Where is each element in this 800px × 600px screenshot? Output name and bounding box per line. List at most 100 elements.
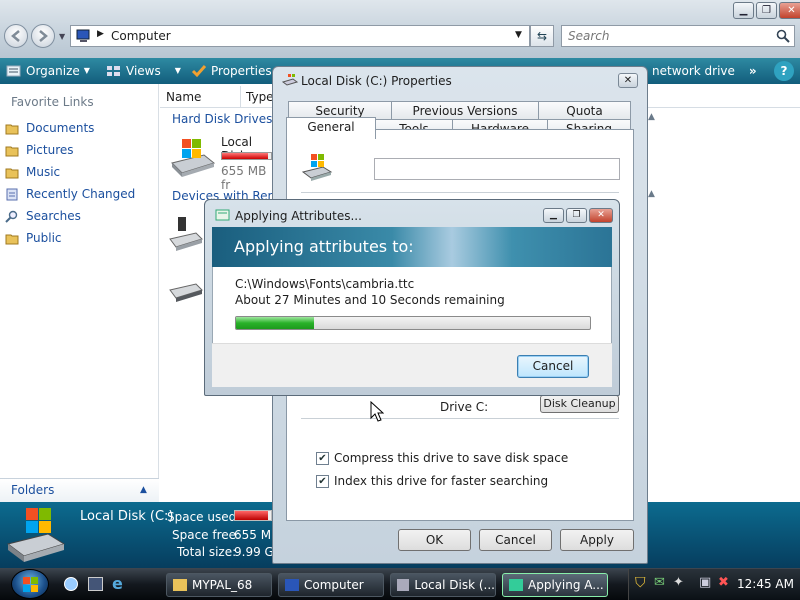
security-shield-icon[interactable]: ⛉ <box>635 575 646 591</box>
applying-attributes-dialog: Applying Attributes... ▁ ❐ ✕ Applying at… <box>204 199 620 396</box>
floppy-drive-icon[interactable] <box>168 215 204 255</box>
drive-icon <box>282 74 298 86</box>
group-collapse-icon[interactable]: ▲ <box>648 189 655 199</box>
more-commands-button[interactable]: » <box>749 62 757 80</box>
address-text: Computer <box>111 29 171 43</box>
minimize-button[interactable]: ▁ <box>733 2 754 19</box>
properties-button[interactable]: Properties <box>191 62 272 80</box>
folder-icon <box>5 231 19 245</box>
checkmark-icon <box>191 65 207 78</box>
explorer-title-bar: ▁ ❐ ✕ ▼ ▶ Computer ▼ ⇆ Search <box>0 0 800 58</box>
show-desktop-icon[interactable] <box>88 577 103 591</box>
quicklaunch-icon[interactable] <box>64 577 78 591</box>
sidebar-item-label: Pictures <box>26 143 74 157</box>
start-button[interactable] <box>11 569 49 599</box>
map-network-drive-button[interactable]: network drive » <box>652 62 757 80</box>
dialog-icon <box>509 579 523 591</box>
close-button[interactable]: ✕ <box>618 73 638 88</box>
index-label: Index this drive for faster searching <box>334 474 549 488</box>
divider <box>301 192 619 193</box>
disk-cleanup-button[interactable]: Disk Cleanup <box>540 395 619 413</box>
network-drive-label: network drive <box>652 64 735 78</box>
maximize-button[interactable]: ❐ <box>756 2 777 19</box>
folder-icon <box>173 579 187 591</box>
column-type[interactable]: Type <box>246 90 274 104</box>
current-file-path: C:\Windows\Fonts\cambria.ttc <box>235 277 415 291</box>
recent-icon <box>5 187 19 201</box>
navigation-pane: Favorite Links Documents Pictures Music … <box>0 84 159 502</box>
tab-general[interactable]: General <box>286 117 376 139</box>
column-divider[interactable] <box>240 86 241 108</box>
search-input[interactable]: Search <box>561 25 795 47</box>
sidebar-item-label: Recently Changed <box>26 187 136 201</box>
tab-quota[interactable]: Quota <box>538 101 631 120</box>
sidebar-item-public[interactable]: Public <box>5 227 62 249</box>
ok-button[interactable]: OK <box>398 529 471 551</box>
sidebar-item-documents[interactable]: Documents <box>5 117 94 139</box>
volume-muted-icon[interactable]: ✖ <box>718 575 729 590</box>
refresh-button[interactable]: ⇆ <box>530 25 554 47</box>
space-used-label: Space used: <box>167 510 241 524</box>
chevron-up-icon: ▲ <box>140 485 147 495</box>
help-icon[interactable]: ? <box>774 61 794 81</box>
search-icon <box>5 209 19 223</box>
close-button[interactable]: ✕ <box>589 208 613 223</box>
index-checkbox[interactable]: ✔ Index this drive for faster searching <box>316 474 548 488</box>
sidebar-item-label: Searches <box>26 209 81 223</box>
back-arrow-icon <box>11 30 20 42</box>
apply-button[interactable]: Apply <box>560 529 634 551</box>
drive-icon <box>301 154 333 181</box>
taskbar-item-local-disk[interactable]: Local Disk (... <box>390 573 496 597</box>
favorite-links-title: Favorite Links <box>11 95 94 109</box>
close-button[interactable]: ✕ <box>779 2 800 19</box>
history-dropdown-icon[interactable]: ▼ <box>59 32 65 41</box>
sidebar-item-music[interactable]: Music <box>5 161 60 183</box>
taskbar-item-applying-attributes[interactable]: Applying A... <box>502 573 608 597</box>
back-button[interactable] <box>4 24 28 48</box>
internet-explorer-icon[interactable]: e <box>112 575 123 593</box>
tray-icon[interactable]: ✦ <box>673 575 684 590</box>
properties-dialog-title: Local Disk (C:) Properties <box>301 74 452 88</box>
volume-label-input[interactable] <box>374 158 620 180</box>
tab-previous-versions[interactable]: Previous Versions <box>391 101 539 120</box>
checkbox-checked-icon: ✔ <box>316 451 329 465</box>
clock[interactable]: 12:45 AM <box>737 577 794 591</box>
chevron-down-icon: ▼ <box>83 66 90 75</box>
drive-usage-bar <box>221 152 272 160</box>
folder-icon <box>5 143 19 157</box>
folders-toggle[interactable]: Folders ▲ <box>0 478 159 502</box>
drive-icon <box>171 139 216 177</box>
dvd-drive-icon[interactable] <box>168 280 204 306</box>
computer-icon <box>76 29 90 42</box>
checkbox-checked-icon: ✔ <box>316 474 329 488</box>
views-button[interactable]: Views ▼ <box>106 62 181 80</box>
column-name[interactable]: Name <box>166 90 201 104</box>
address-dropdown-icon[interactable]: ▼ <box>515 30 522 40</box>
sidebar-item-pictures[interactable]: Pictures <box>5 139 74 161</box>
drive-icon <box>6 508 66 562</box>
search-placeholder: Search <box>568 29 610 43</box>
taskbar-item-computer[interactable]: Computer <box>278 573 384 597</box>
cancel-button[interactable]: Cancel <box>517 355 589 378</box>
network-icon[interactable]: ▣ <box>699 575 711 590</box>
search-icon[interactable] <box>776 29 790 43</box>
forward-button[interactable] <box>31 24 55 48</box>
windows-logo-icon <box>23 577 38 592</box>
taskbar-item-mypal[interactable]: MYPAL_68 <box>166 573 272 597</box>
sidebar-item-label: Public <box>26 231 62 245</box>
chevron-down-icon: ▼ <box>174 66 181 75</box>
sidebar-item-searches[interactable]: Searches <box>5 205 81 227</box>
address-bar[interactable]: ▶ Computer ▼ <box>70 25 530 47</box>
system-tray: ⛉ ✉ ✦ ▣ ✖ 12:45 AM <box>628 569 800 600</box>
group-collapse-icon[interactable]: ▲ <box>648 112 655 122</box>
maximize-button[interactable]: ❐ <box>566 208 587 223</box>
views-icon <box>107 66 120 76</box>
compress-checkbox[interactable]: ✔ Compress this drive to save disk space <box>316 451 568 465</box>
space-free-label: Space free: <box>172 528 241 542</box>
organize-button[interactable]: Organize ▼ <box>6 62 90 80</box>
sidebar-item-recently-changed[interactable]: Recently Changed <box>5 183 135 205</box>
minimize-button[interactable]: ▁ <box>543 208 564 223</box>
cancel-button[interactable]: Cancel <box>479 529 552 551</box>
app-tray-icon[interactable]: ✉ <box>654 575 665 590</box>
drive-item-local-disk[interactable]: Local Disk 655 MB fr <box>168 133 272 192</box>
